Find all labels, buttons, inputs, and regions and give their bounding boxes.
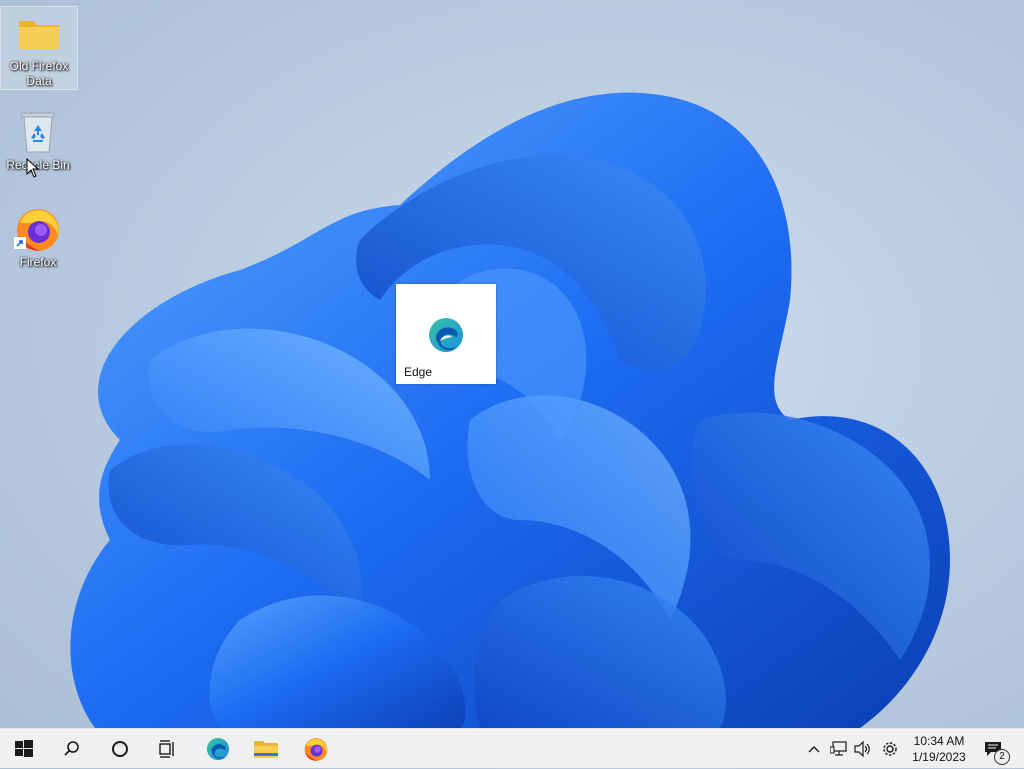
search-button[interactable] [48, 729, 96, 769]
edge-drag-tile[interactable]: Edge [396, 284, 496, 384]
edge-icon [426, 315, 466, 355]
mouse-cursor-icon [26, 158, 40, 178]
taskbar: 10:34 AM 1/19/2023 2 [0, 728, 1024, 768]
edge-drag-tile-label: Edge [404, 365, 433, 379]
action-center-button[interactable]: 2 [978, 729, 1010, 769]
file-explorer-icon [254, 741, 278, 758]
firefox-icon [0, 203, 76, 255]
gear-icon [883, 742, 897, 756]
settings-button[interactable] [878, 729, 902, 769]
search-icon [64, 741, 79, 756]
desktop-icon-old-firefox-data[interactable]: Old Firefox Data [0, 6, 78, 90]
start-icon [15, 740, 33, 757]
clock-button[interactable]: 10:34 AM 1/19/2023 [906, 729, 972, 769]
task-view-icon [159, 740, 174, 758]
volume-button[interactable] [852, 729, 874, 769]
clock-time: 10:34 AM [913, 734, 965, 748]
volume-icon [854, 741, 870, 757]
cortana-button[interactable] [96, 729, 144, 769]
network-button[interactable] [828, 729, 850, 769]
notification-count-badge: 2 [994, 749, 1010, 765]
recycle-bin-icon [0, 106, 76, 158]
taskbar-firefox-button[interactable] [292, 729, 340, 769]
firefox-icon [304, 738, 328, 761]
shortcut-arrow-icon [14, 237, 26, 249]
desktop-icon-label: Old Firefox Data [9, 59, 69, 88]
folder-icon [1, 7, 77, 59]
clock-date: 1/19/2023 [912, 750, 966, 764]
cortana-icon [112, 741, 128, 757]
network-icon [830, 741, 847, 756]
chevron-up-icon [808, 746, 820, 753]
desktop-icon-firefox[interactable]: Firefox [0, 203, 76, 270]
taskbar-edge-button[interactable] [194, 729, 242, 769]
wallpaper [70, 92, 950, 728]
start-button[interactable] [0, 729, 48, 769]
desktop[interactable]: Old Firefox Data Recycle Bin Firefox Edg… [0, 0, 1024, 728]
edge-icon [206, 737, 230, 761]
task-view-button[interactable] [144, 729, 192, 769]
desktop-icon-label: Firefox [19, 255, 57, 269]
show-hidden-icons-button[interactable] [804, 729, 824, 769]
taskbar-file-explorer-button[interactable] [242, 729, 290, 769]
